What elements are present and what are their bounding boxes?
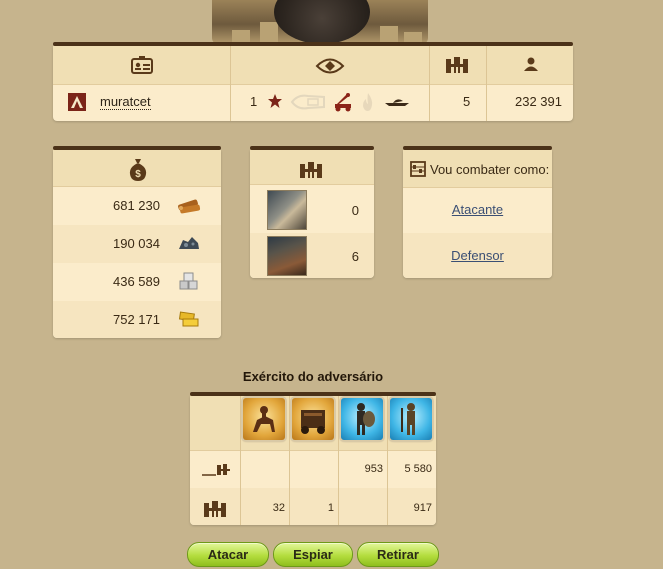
id-card-icon: [131, 56, 153, 74]
siege-catapult-icon: [333, 92, 353, 112]
stone-icon: [179, 271, 199, 291]
spy-button[interactable]: Espiar: [273, 542, 353, 567]
army-title: Exército do adversário: [242, 369, 384, 384]
resources-panel: $ 681 230 190 034 436 589 752 171: [53, 146, 221, 338]
castle-icon: [204, 501, 226, 517]
wall-icon: [267, 236, 307, 276]
defender-link[interactable]: Defensor: [451, 248, 504, 263]
defenses-panel: 0 6: [250, 146, 374, 278]
gold-icon: [178, 311, 200, 327]
castle-icon: [446, 57, 468, 73]
cavalry-icon: [243, 398, 285, 440]
message-hand-icon[interactable]: [290, 93, 326, 111]
gold-amount: 752 171: [113, 312, 160, 327]
castle-icon: [300, 162, 322, 178]
money-bag-icon: $: [129, 159, 147, 181]
row1-archer: 5 580: [404, 463, 432, 475]
retreat-button[interactable]: Retirar: [357, 542, 439, 567]
shield-infantry-icon: [341, 398, 383, 440]
stone-amount: 436 589: [113, 274, 160, 289]
attack-button[interactable]: Atacar: [187, 542, 269, 567]
tower-defense-value: 0: [351, 203, 359, 218]
row2-archer: 917: [413, 502, 432, 514]
enemy-army-table: 953 5 580 32 1 917: [190, 392, 436, 525]
attacker-link[interactable]: Atacante: [452, 202, 503, 217]
wall-defense-value: 6: [351, 249, 359, 264]
wall-line-icon: [202, 464, 230, 476]
ore-icon: [178, 235, 200, 251]
eye-icon: [315, 55, 345, 77]
combat-role-panel: Vou combater como: Atacante Defensor: [403, 146, 552, 278]
player-flag-icon: [68, 93, 86, 111]
fire-icon: [362, 93, 374, 111]
wood-amount: 681 230: [113, 198, 160, 213]
star-icon: [268, 94, 282, 108]
user-icon: [524, 57, 538, 71]
row2-siege: 1: [327, 502, 334, 514]
row2-cavalry: 32: [272, 502, 285, 514]
player-level: 1: [250, 94, 258, 109]
archer-icon: [390, 398, 432, 440]
player-name-link[interactable]: muratcet: [100, 94, 151, 110]
siege-icon: [292, 398, 334, 440]
svg-text:$: $: [135, 169, 141, 180]
player-points-value: 232 391: [515, 94, 562, 109]
wood-icon: [177, 196, 201, 214]
row1-infantry: 953: [364, 463, 383, 475]
player-towers-value: 5: [463, 94, 471, 109]
boat-icon: [385, 97, 409, 107]
tower-fortification-icon: [267, 190, 307, 230]
abacus-icon: [410, 161, 426, 177]
ore-amount: 190 034: [113, 236, 160, 251]
header-banner-image: [212, 0, 428, 44]
player-info-panel: muratcet 1 5 232 391: [53, 42, 573, 121]
combat-role-title: Vou combater como:: [430, 162, 550, 177]
